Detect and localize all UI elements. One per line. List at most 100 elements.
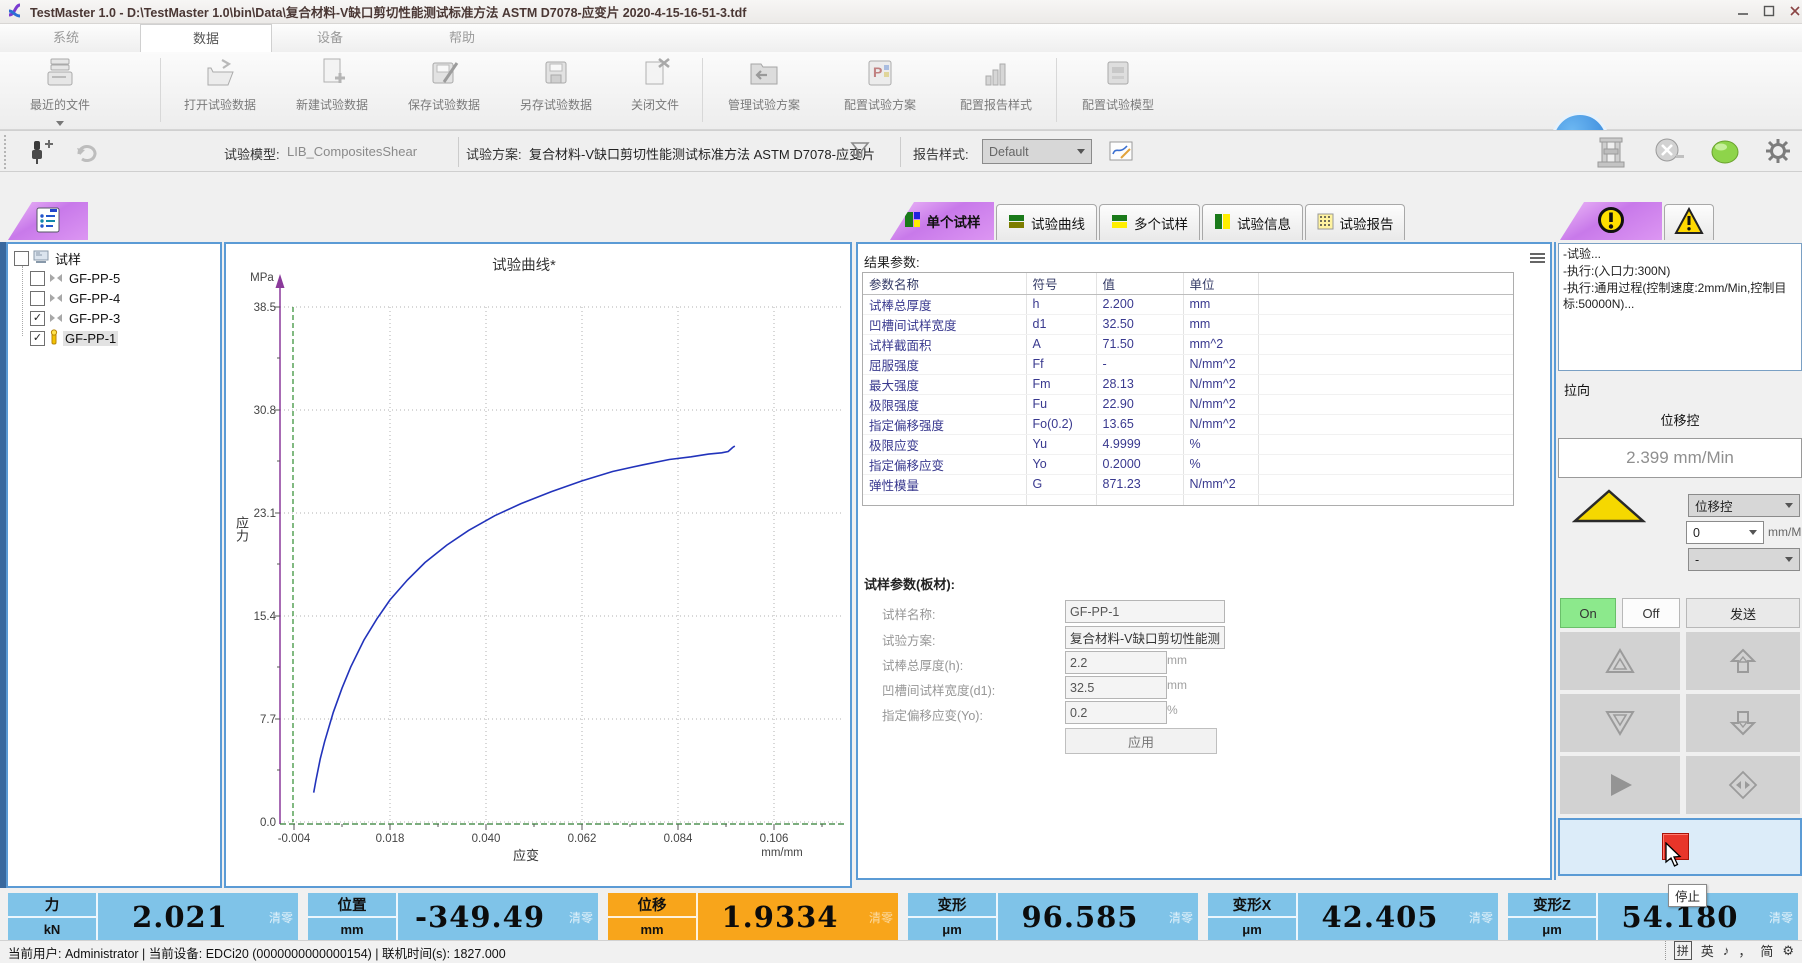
clear-button[interactable]: 清零 — [1769, 909, 1793, 926]
hamburger-menu-icon[interactable] — [1530, 252, 1545, 267]
menu-system[interactable]: 系统 — [20, 24, 112, 52]
save-icon — [427, 56, 461, 93]
table-row[interactable]: 屈服强度Ff-N/mm^2 — [863, 354, 1514, 374]
clear-button[interactable]: 清零 — [1469, 909, 1493, 926]
save-as-data-button[interactable]: 另存试验数据 — [504, 56, 608, 126]
table-row[interactable]: 弹性模量G871.23N/mm^2 — [863, 474, 1514, 494]
run-button[interactable] — [1560, 756, 1680, 814]
signature-pad-icon[interactable] — [1108, 139, 1134, 166]
configure-model-button[interactable]: 配置试验模型 — [1064, 56, 1172, 126]
on-button[interactable]: On — [1560, 598, 1616, 628]
tree-item-gf-pp-3[interactable]: ✓ GF-PP-3 — [30, 308, 122, 328]
ime-settings-icon[interactable]: ⚙ — [1782, 943, 1794, 959]
minimize-icon[interactable] — [1730, 2, 1756, 20]
menu-help[interactable]: 帮助 — [416, 24, 508, 52]
measure-position: 位置mm -349.49 清零 — [308, 893, 598, 940]
thickness-field[interactable] — [1065, 651, 1167, 674]
chevron-down-icon — [1077, 149, 1085, 154]
manage-scheme-button[interactable]: 管理试验方案 — [710, 56, 818, 126]
ime-pinyin-icon[interactable]: 拼 — [1674, 941, 1692, 960]
status-ball-icon[interactable] — [1710, 139, 1742, 168]
mouse-cursor — [1664, 842, 1686, 868]
clear-button[interactable]: 清零 — [869, 909, 893, 926]
fast-up-button[interactable] — [1560, 632, 1680, 690]
table-row[interactable]: 极限强度Fu22.90N/mm^2 — [863, 394, 1514, 414]
refresh-icon[interactable] — [72, 138, 102, 169]
report-style-select[interactable]: Default — [982, 139, 1092, 164]
send-button[interactable]: 发送 — [1686, 598, 1800, 628]
ime-sound-icon[interactable]: ♪ — [1723, 943, 1730, 958]
table-row[interactable]: 极限应变Yu4.9999% — [863, 434, 1514, 454]
off-button[interactable]: Off — [1622, 598, 1680, 628]
table-row[interactable]: 试棒总厚度h2.200mm — [863, 294, 1514, 314]
tab-test-curve[interactable]: 试验曲线 — [996, 204, 1097, 240]
tab-messages[interactable] — [1560, 202, 1662, 240]
clear-button[interactable]: 清零 — [269, 909, 293, 926]
chart-panel: 试验曲线* MPa 38.5 30.8 23.1 15.4 7.7 0.0 -0… — [224, 242, 852, 888]
specimen-name-field[interactable] — [1065, 600, 1225, 623]
tree-root-row[interactable]: 试样 — [14, 248, 83, 268]
checkbox-checked[interactable]: ✓ — [30, 311, 45, 326]
offset-strain-field[interactable] — [1065, 701, 1167, 724]
filter-funnel-icon[interactable] — [850, 141, 870, 162]
grip-handle[interactable] — [4, 135, 7, 169]
menu-device[interactable]: 设备 — [284, 24, 376, 52]
open-data-button[interactable]: 打开试验数据 — [168, 56, 272, 126]
tab-single-specimen[interactable]: 单个试样 — [890, 202, 994, 240]
svg-text:0.106: 0.106 — [760, 833, 789, 845]
target-value-select[interactable]: 0 — [1686, 521, 1764, 544]
checkbox-unchecked[interactable] — [30, 271, 45, 286]
tree-item-gf-pp-4[interactable]: GF-PP-4 — [30, 288, 122, 308]
ime-punct-icon[interactable]: ， — [1738, 941, 1751, 960]
report-style-button[interactable]: 配置报告样式 — [942, 56, 1050, 126]
tree-item-gf-pp-5[interactable]: GF-PP-5 — [30, 268, 122, 288]
table-row[interactable]: 试样截面积A71.50mm^2 — [863, 334, 1514, 354]
ime-simplified-icon[interactable]: 简 — [1760, 941, 1773, 960]
svg-text:0.040: 0.040 — [472, 833, 501, 845]
fast-down-button[interactable] — [1560, 694, 1680, 752]
title-bar: TestMaster 1.0 - D:\TestMaster 1.0\bin\D… — [0, 0, 1802, 24]
results-table-box: 参数名称符号 值单位 试棒总厚度h2.200mm 凹槽间试样宽度d132.50m… — [862, 272, 1514, 506]
tree-item-gf-pp-1[interactable]: ✓ GF-PP-1 — [30, 328, 118, 348]
width-field[interactable] — [1065, 676, 1167, 699]
tab-test-report[interactable]: 试验报告 — [1305, 204, 1405, 240]
step-up-button[interactable] — [1686, 632, 1800, 690]
menu-data[interactable]: 数据 — [140, 24, 272, 53]
step-down-button[interactable] — [1686, 694, 1800, 752]
table-row[interactable]: 指定偏移应变Yo0.2000% — [863, 454, 1514, 474]
active-specimen-icon — [49, 329, 59, 348]
close-icon[interactable] — [1782, 2, 1802, 20]
tab-specimen-list[interactable] — [8, 202, 88, 240]
clear-button[interactable]: 清零 — [569, 909, 593, 926]
connect-sensor-icon[interactable] — [24, 138, 54, 169]
checkbox-unchecked[interactable] — [30, 291, 45, 306]
save-data-button[interactable]: 保存试验数据 — [392, 56, 496, 126]
tab-test-info[interactable]: 试验信息 — [1202, 204, 1303, 240]
table-row[interactable]: 最大强度Fm28.13N/mm^2 — [863, 374, 1514, 394]
fast-up-icon — [1605, 647, 1635, 675]
tab-multi-specimen[interactable]: 多个试样 — [1099, 204, 1200, 240]
ime-lang-icon[interactable]: 英 — [1701, 941, 1714, 960]
new-data-button[interactable]: 新建试验数据 — [280, 56, 384, 126]
table-row[interactable]: 凹槽间试样宽度d132.50mm — [863, 314, 1514, 334]
checkbox-checked[interactable]: ✓ — [30, 331, 45, 346]
return-button[interactable] — [1686, 756, 1800, 814]
field-unit: mm — [1167, 678, 1187, 692]
test-scheme-field[interactable] — [1065, 626, 1225, 649]
recent-files-button[interactable]: 最近的文件 — [10, 56, 110, 126]
clear-button[interactable]: 清零 — [1169, 909, 1193, 926]
checkbox-unchecked[interactable] — [14, 251, 29, 266]
testing-machine-icon[interactable] — [1595, 136, 1629, 171]
apply-button[interactable]: 应用 — [1065, 728, 1217, 754]
control-mode-select[interactable]: 位移控 — [1688, 494, 1800, 517]
tab-warnings[interactable] — [1664, 204, 1714, 240]
aux-select[interactable]: - — [1688, 548, 1800, 571]
table-row[interactable]: 指定偏移强度Fo(0.2)13.65N/mm^2 — [863, 414, 1514, 434]
gear-icon[interactable] — [1764, 137, 1792, 168]
close-file-button[interactable]: 关闭文件 — [616, 56, 694, 126]
config-separator — [458, 137, 459, 167]
disconnect-ball-icon[interactable] — [1652, 137, 1686, 170]
configure-scheme-button[interactable]: P 配置试验方案 — [826, 56, 934, 126]
configure-model-icon — [1101, 56, 1135, 93]
maximize-icon[interactable] — [1756, 2, 1782, 20]
